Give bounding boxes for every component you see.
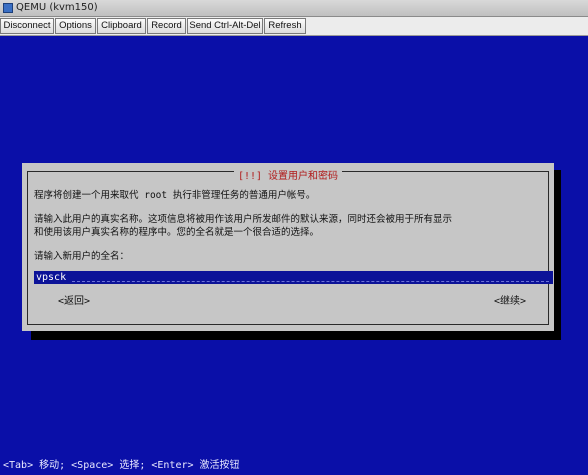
keyboard-help-status: <Tab> 移动; <Space> 选择; <Enter> 激活按钮: [3, 460, 240, 471]
record-button[interactable]: Record: [147, 18, 186, 34]
qemu-window: QEMU (kvm150) Disconnect Options Clipboa…: [0, 0, 588, 475]
clipboard-button[interactable]: Clipboard: [97, 18, 146, 34]
dialog-description-line-1: 程序将创建一个用来取代 root 执行非管理任务的普通用户帐号。: [34, 190, 316, 201]
disconnect-button[interactable]: Disconnect: [0, 18, 54, 34]
full-name-input-value: vpsck: [36, 272, 67, 283]
options-button[interactable]: Options: [55, 18, 96, 34]
viewer-toolbar: Disconnect Options Clipboard Record Send…: [0, 17, 588, 36]
full-name-prompt: 请输入新用户的全名：: [34, 251, 130, 262]
dialog-title-bar: [!!] 设置用户和密码: [22, 164, 554, 184]
back-button[interactable]: <返回>: [58, 295, 90, 308]
title-bar: QEMU (kvm150): [0, 0, 588, 17]
dialog-description-line-3: 和使用该用户真实名称的程序中。您的全名就是一个很合适的选择。: [34, 227, 320, 238]
full-name-input[interactable]: vpsck: [34, 271, 553, 284]
refresh-button[interactable]: Refresh: [264, 18, 306, 34]
dialog-description-line-2: 请输入此用户的真实名称。这项信息将被用作该用户所发邮件的默认来源，同时还会被用于…: [34, 214, 453, 225]
send-ctrl-alt-del-button[interactable]: Send Ctrl-Alt-Del: [187, 18, 263, 34]
dialog-title: [!!] 设置用户和密码: [233, 170, 343, 184]
input-underline: [72, 281, 549, 282]
continue-button[interactable]: <继续>: [494, 295, 526, 308]
window-title: QEMU (kvm150): [16, 2, 98, 13]
qemu-icon: [3, 3, 13, 13]
